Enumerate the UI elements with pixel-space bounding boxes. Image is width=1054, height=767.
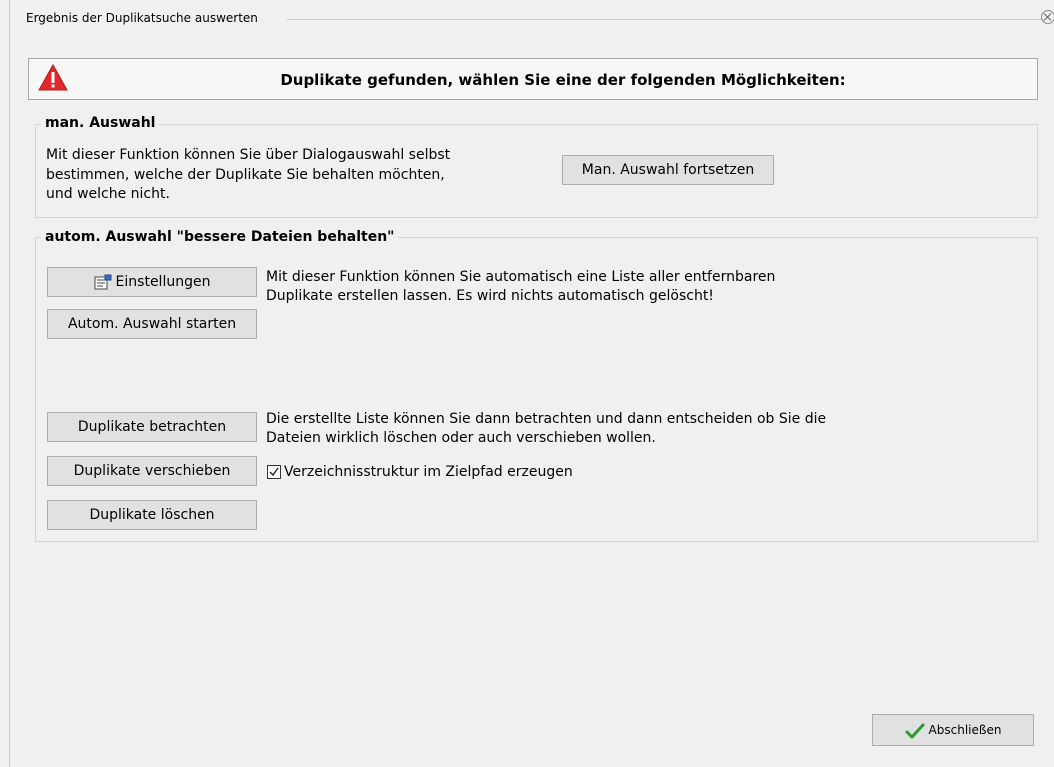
settings-icon	[94, 274, 112, 290]
title-bar: Ergebnis der Duplikatsuche auswerten	[10, 0, 1054, 25]
list-description-line-2: Dateien wirklich löschen oder auch versc…	[266, 430, 656, 446]
structure-checkbox-label[interactable]: Verzeichnisstruktur im Zielpfad erzeugen	[284, 463, 573, 482]
dialog-window: Ergebnis der Duplikatsuche auswerten Dup…	[9, 0, 1054, 767]
start-auto-selection-button[interactable]: Autom. Auswahl starten	[47, 309, 257, 339]
manual-description-line-2: bestimmen, welche der Duplikate Sie beha…	[46, 167, 445, 183]
info-banner: Duplikate gefunden, wählen Sie eine der …	[28, 58, 1038, 100]
checkmark-icon	[269, 467, 279, 477]
finish-button-label: Abschließen	[928, 723, 1002, 737]
auto-description-line-1: Mit dieser Funktion können Sie automatis…	[266, 269, 776, 285]
window-title: Ergebnis der Duplikatsuche auswerten	[26, 11, 258, 25]
banner-message: Duplikate gefunden, wählen Sie eine der …	[280, 71, 846, 89]
view-duplicates-button[interactable]: Duplikate betrachten	[47, 412, 257, 442]
continue-manual-selection-button[interactable]: Man. Auswahl fortsetzen	[562, 155, 774, 185]
structure-checkbox[interactable]	[267, 465, 281, 479]
move-duplicates-button[interactable]: Duplikate verschieben	[47, 456, 257, 486]
close-icon[interactable]	[1041, 10, 1054, 24]
settings-button[interactable]: Einstellungen	[47, 267, 257, 297]
finish-button[interactable]: Abschließen	[872, 714, 1034, 746]
manual-description-line-1: Mit dieser Funktion können Sie über Dial…	[46, 147, 451, 163]
settings-button-label: Einstellungen	[115, 274, 211, 290]
list-description-line-1: Die erstellte Liste können Sie dann betr…	[266, 411, 827, 427]
checkmark-icon	[905, 723, 925, 738]
delete-duplicates-button[interactable]: Duplikate löschen	[47, 500, 257, 530]
auto-group-title: autom. Auswahl "bessere Dateien behalten…	[41, 229, 399, 245]
manual-group-title: man. Auswahl	[41, 115, 160, 131]
title-separator	[287, 19, 1043, 20]
auto-description-line-2: Duplikate erstellen lassen. Es wird nich…	[266, 288, 714, 304]
manual-description-line-3: und welche nicht.	[46, 186, 170, 202]
